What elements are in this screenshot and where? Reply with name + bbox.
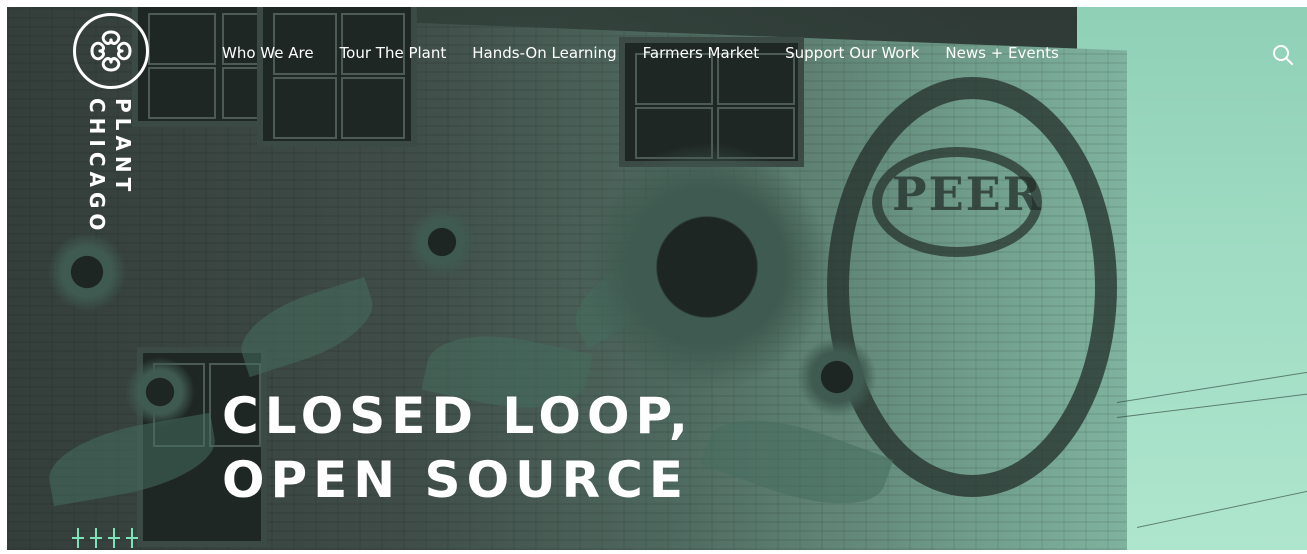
search-button[interactable] <box>1272 44 1294 66</box>
logo-word-chicago[interactable]: CHICAGO <box>85 98 109 235</box>
hero-headline-line1: CLOSED LOOP, <box>222 387 694 445</box>
mural-text: PEER <box>892 167 1043 221</box>
nav-item-tour-the-plant[interactable]: Tour The Plant <box>340 44 447 62</box>
nav-item-farmers-market[interactable]: Farmers Market <box>643 44 760 62</box>
crosses-pattern-icon <box>72 528 138 548</box>
nav-item-who-we-are[interactable]: Who We Are <box>222 44 314 62</box>
plant-chicago-knot-icon <box>90 30 132 72</box>
mural-ring <box>827 77 1117 497</box>
nav-item-support-our-work[interactable]: Support Our Work <box>785 44 919 62</box>
logo-word-plant[interactable]: PLANT <box>111 98 135 196</box>
sunflower <box>47 232 127 312</box>
hero-headline: CLOSED LOOP, OPEN SOURCE <box>222 384 694 512</box>
nav-item-news-events[interactable]: News + Events <box>945 44 1058 62</box>
search-icon <box>1273 45 1293 65</box>
sunflower <box>582 142 832 392</box>
main-nav: Who We Are Tour The Plant Hands-On Learn… <box>222 44 1085 62</box>
nav-item-hands-on-learning[interactable]: Hands-On Learning <box>472 44 616 62</box>
sunflower <box>125 357 195 427</box>
sunflower <box>797 337 877 417</box>
building-window <box>257 7 417 147</box>
sunflower <box>407 207 477 277</box>
hero-headline-line2: OPEN SOURCE <box>222 451 690 509</box>
logo-mark[interactable] <box>73 13 149 89</box>
crosses-badge <box>72 522 152 550</box>
